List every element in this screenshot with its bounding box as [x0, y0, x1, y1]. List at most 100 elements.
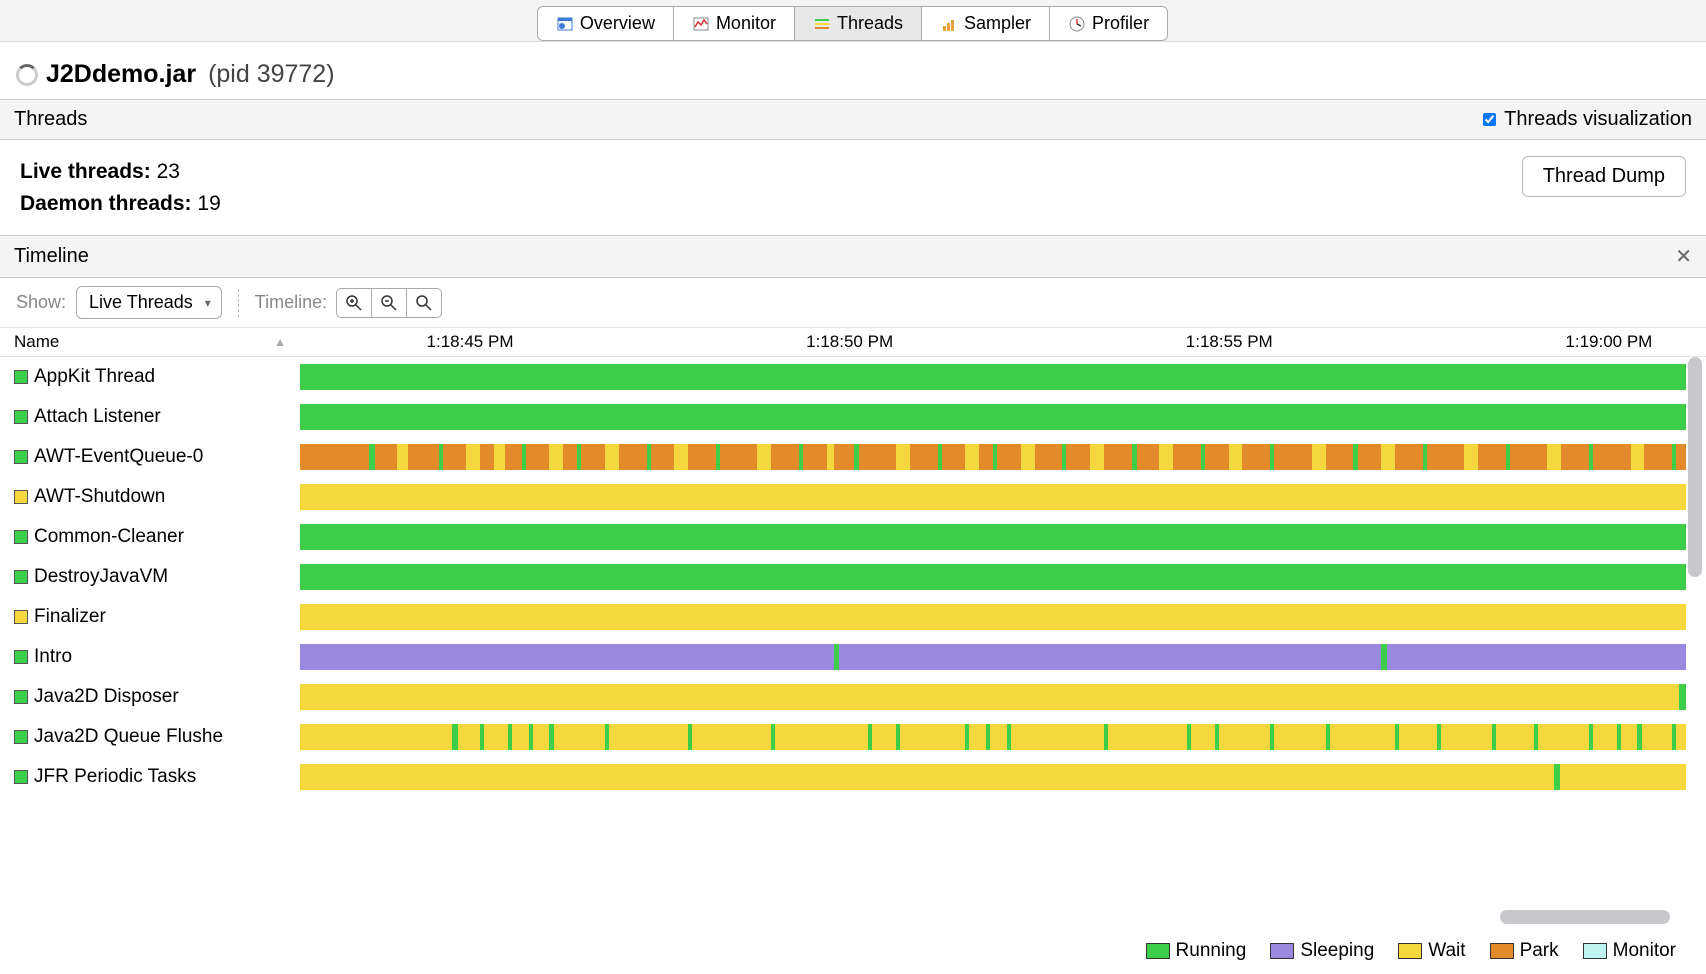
thread-row[interactable]: Finalizer: [0, 597, 1706, 637]
tab-label: Overview: [580, 13, 655, 34]
thread-row[interactable]: JFR Periodic Tasks: [0, 757, 1706, 797]
thread-segment: [1062, 444, 1066, 470]
thread-name-cell: AWT-EventQueue-0: [0, 446, 300, 468]
thread-timeline-bar: [300, 524, 1686, 550]
thread-row[interactable]: Attach Listener: [0, 397, 1706, 437]
thread-row[interactable]: DestroyJavaVM: [0, 557, 1706, 597]
thread-segment: [1270, 444, 1274, 470]
thread-segment: [439, 444, 443, 470]
zoom-in-button[interactable]: [336, 288, 372, 318]
thread-timeline-bar: [300, 484, 1686, 510]
thread-segment: [522, 444, 526, 470]
spinner-icon: [16, 64, 38, 86]
threads-visualization-input[interactable]: [1483, 113, 1496, 126]
thread-timeline-bar: [300, 684, 1686, 710]
profiler-icon: [1068, 15, 1086, 33]
thread-segment: [300, 764, 1686, 790]
thread-segment: [1395, 724, 1399, 750]
thread-segment: [466, 444, 480, 470]
thread-segment: [1187, 724, 1191, 750]
thread-name-cell: Attach Listener: [0, 406, 300, 428]
legend-item: Wait: [1398, 940, 1465, 962]
thread-segment: [986, 724, 990, 750]
tab-threads[interactable]: Threads: [794, 6, 922, 41]
thread-segment: [1326, 724, 1330, 750]
thread-segment: [647, 444, 651, 470]
thread-state-swatch: [14, 730, 28, 744]
thread-segment: [1672, 724, 1676, 750]
thread-row[interactable]: Java2D Queue Flushe: [0, 717, 1706, 757]
thread-segment: [300, 684, 1686, 710]
zoom-fit-button[interactable]: [406, 288, 442, 318]
thread-timeline-bar: [300, 724, 1686, 750]
thread-segment: [480, 724, 484, 750]
thread-row[interactable]: AWT-EventQueue-0: [0, 437, 1706, 477]
vertical-scrollbar[interactable]: [1688, 357, 1702, 577]
thread-segment: [1437, 724, 1441, 750]
thread-row[interactable]: Intro: [0, 637, 1706, 677]
time-tick: 1:18:45 PM: [427, 332, 514, 352]
legend-swatch: [1146, 943, 1170, 959]
threads-visualization-checkbox[interactable]: Threads visualization: [1483, 108, 1692, 131]
sampler-icon: [940, 15, 958, 33]
thread-segment: [1631, 444, 1645, 470]
tab-overview[interactable]: Overview: [537, 6, 674, 41]
thread-row[interactable]: AWT-Shutdown: [0, 477, 1706, 517]
separator: [238, 289, 239, 317]
thread-segment: [1464, 444, 1478, 470]
tab-label: Sampler: [964, 13, 1031, 34]
thread-timeline-bar: [300, 604, 1686, 630]
thread-segment: [993, 444, 997, 470]
thread-segment: [834, 644, 840, 670]
tab-monitor[interactable]: Monitor: [673, 6, 795, 41]
thread-row[interactable]: Common-Cleaner: [0, 517, 1706, 557]
thread-row[interactable]: AppKit Thread: [0, 357, 1706, 397]
time-tick: 1:18:55 PM: [1186, 332, 1273, 352]
daemon-threads-label: Daemon threads:: [20, 192, 192, 215]
horizontal-scrollbar[interactable]: [1500, 910, 1670, 924]
thread-segment: [1672, 444, 1676, 470]
thread-timeline-bar: [300, 444, 1686, 470]
legend-item: Sleeping: [1270, 940, 1374, 962]
thread-segment: [896, 724, 900, 750]
legend-item: Monitor: [1583, 940, 1676, 962]
thread-segment: [1381, 644, 1387, 670]
sort-ascending-icon: ▲: [274, 335, 286, 349]
name-column-header[interactable]: Name ▲: [0, 328, 300, 356]
threads-section-title: Threads: [14, 108, 87, 131]
thread-segment: [771, 724, 775, 750]
timeline-toolbar: Show: Live Threads Timeline:: [0, 278, 1706, 328]
thread-state-swatch: [14, 450, 28, 464]
thread-state-swatch: [14, 370, 28, 384]
thread-name-cell: Finalizer: [0, 606, 300, 628]
thread-segment: [369, 444, 375, 470]
thread-row[interactable]: Java2D Disposer: [0, 677, 1706, 717]
thread-segment: [716, 444, 720, 470]
thread-dump-button[interactable]: Thread Dump: [1522, 156, 1686, 197]
legend-label: Running: [1176, 940, 1247, 962]
thread-segment: [1312, 444, 1326, 470]
timeline-label: Timeline:: [255, 292, 327, 313]
tab-label: Profiler: [1092, 13, 1149, 34]
thread-name: Java2D Queue Flushe: [34, 726, 223, 748]
threads-icon: [813, 15, 831, 33]
thread-name: JFR Periodic Tasks: [34, 766, 196, 788]
thread-rows: AppKit Thread Attach Listener AWT-EventQue…: [0, 357, 1706, 904]
thread-timeline-bar: [300, 404, 1686, 430]
stats-col: Live threads: 23 Daemon threads: 19: [20, 156, 221, 219]
thread-segment: [1201, 444, 1205, 470]
stats-row: Live threads: 23 Daemon threads: 19 Thre…: [0, 140, 1706, 235]
timeline-section-title: Timeline: [14, 245, 89, 268]
zoom-out-button[interactable]: [371, 288, 407, 318]
tab-profiler[interactable]: Profiler: [1049, 6, 1168, 41]
show-dropdown[interactable]: Live Threads: [76, 286, 222, 319]
close-icon[interactable]: ✕: [1675, 244, 1692, 269]
thread-segment: [674, 444, 688, 470]
thread-state-swatch: [14, 410, 28, 424]
thread-segment: [896, 444, 910, 470]
monitor-icon: [692, 15, 710, 33]
live-threads-value: 23: [157, 160, 180, 183]
tab-sampler[interactable]: Sampler: [921, 6, 1050, 41]
thread-segment: [397, 444, 408, 470]
thread-segment: [965, 444, 979, 470]
